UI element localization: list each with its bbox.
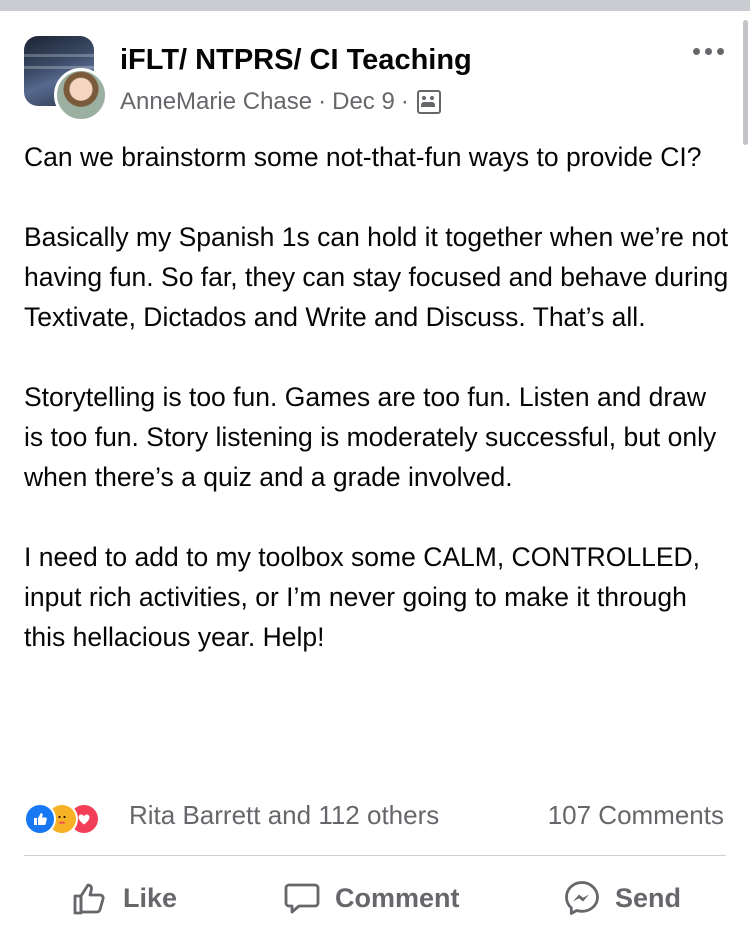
post-text: Can we brainstorm some not-that-fun ways… [24, 137, 729, 657]
post-header: iFLT/ NTPRS/ CI Teaching AnneMarie Chase… [24, 36, 724, 122]
divider [24, 855, 726, 856]
group-audience-icon [416, 90, 441, 114]
like-reaction-icon [24, 803, 56, 835]
post-paragraph: Storytelling is too fun. Games are too f… [24, 382, 717, 492]
author-avatar[interactable] [54, 68, 108, 122]
post-paragraph: I need to add to my toolbox some CALM, C… [24, 542, 701, 652]
top-edge-bar [0, 0, 750, 11]
send-label: Send [615, 882, 682, 913]
comment-label: Comment [335, 882, 460, 913]
post-paragraph: Basically my Spanish 1s can hold it toge… [24, 222, 729, 332]
more-options-icon[interactable] [693, 48, 724, 55]
comment-button[interactable]: Comment [283, 868, 460, 928]
reactions-bar: Rita Barrett and 112 others 107 Comments [24, 800, 726, 836]
comments-count[interactable]: 107 Comments [548, 800, 724, 831]
like-button[interactable]: Like [71, 868, 177, 928]
avatar-stack[interactable] [24, 36, 108, 122]
group-name-link[interactable]: iFLT/ NTPRS/ CI Teaching [120, 44, 472, 77]
post-actions: Like Comment Send [0, 868, 750, 928]
post-paragraph: Can we brainstorm some not-that-fun ways… [24, 142, 702, 172]
meta-separator: · [318, 88, 327, 115]
comment-bubble-icon [284, 883, 320, 914]
like-label: Like [123, 882, 178, 913]
scrollbar[interactable] [743, 20, 748, 145]
reaction-icons[interactable] [24, 803, 124, 835]
messenger-icon [565, 881, 599, 915]
reactions-summary[interactable]: Rita Barrett and 112 others [129, 800, 439, 831]
author-name-link[interactable]: AnneMarie Chase [120, 88, 312, 116]
thumbs-up-icon [73, 883, 105, 915]
post-date[interactable]: Dec 9 [332, 88, 395, 116]
meta-separator: · [400, 88, 409, 115]
send-button[interactable]: Send [563, 868, 681, 928]
post-meta: AnneMarie Chase · Dec 9 · [120, 88, 441, 116]
